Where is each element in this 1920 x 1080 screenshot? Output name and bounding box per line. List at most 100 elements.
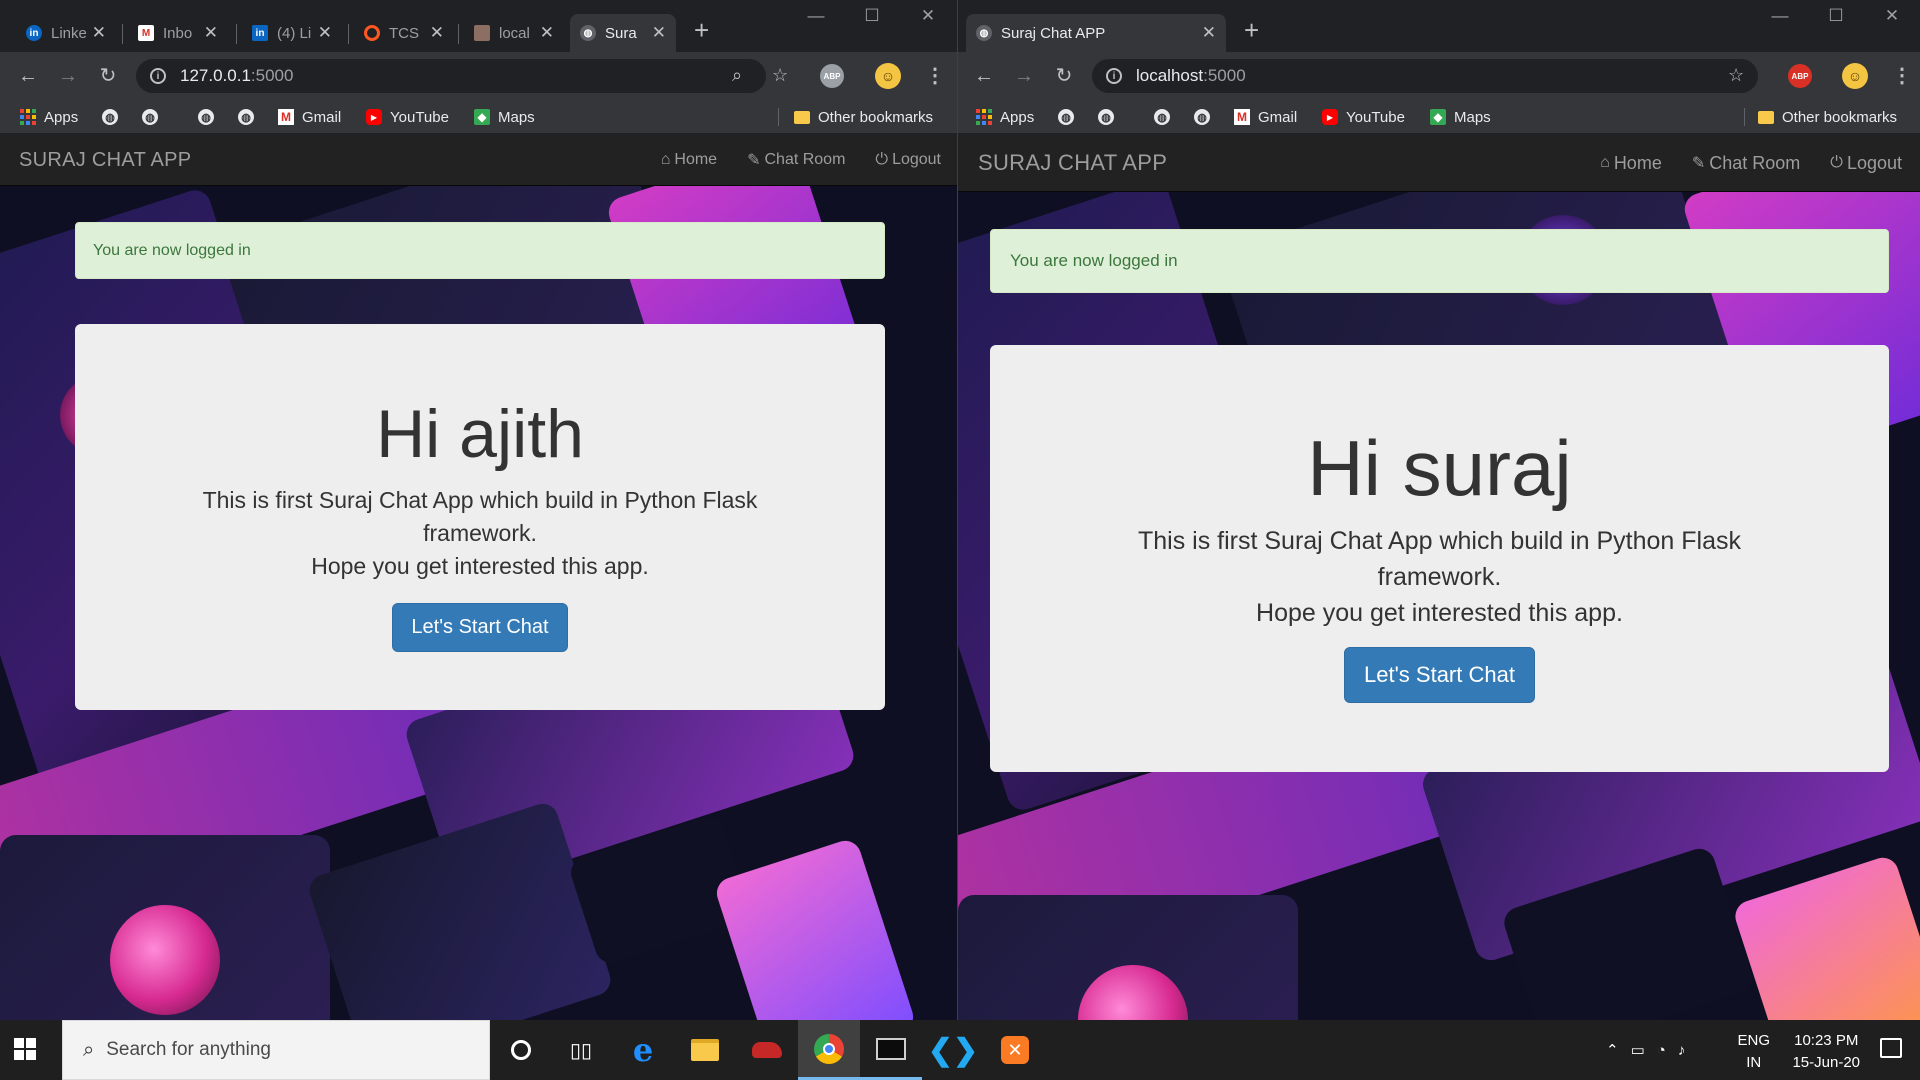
bookmark-star-icon[interactable]: ☆ [1728,65,1744,86]
zoom-icon[interactable]: ⌕ [732,65,742,86]
welcome-jumbotron: Hi suraj This is first Suraj Chat App wh… [990,345,1889,772]
nav-home[interactable]: ⌂ Home [1600,153,1662,174]
close-tab-icon[interactable]: ✕ [204,23,218,43]
task-view-icon[interactable]: ▯▯ [550,1020,612,1080]
nav-logout[interactable]: ⏻ Logout [875,151,941,169]
bookmark-maps[interactable]: ◆ Maps [474,100,535,134]
taskbar-clock[interactable]: 10:23 PM 15-Jun-20 [1792,1030,1860,1074]
menu-icon[interactable]: ⋮ [1892,63,1912,88]
tab-suraj-active[interactable]: ◍ Sura ✕ [570,14,676,52]
bookmark-globe-4[interactable]: ◍ [1194,100,1210,134]
minimize-icon[interactable]: — [796,6,836,26]
forward-icon[interactable]: → [1010,62,1038,90]
language-indicator[interactable]: ENG IN [1737,1030,1770,1074]
adblock-icon[interactable]: ABP [1788,64,1812,88]
adblock-icon[interactable]: ABP [820,64,844,88]
bookmark-star-icon[interactable]: ☆ [772,65,788,86]
profile-avatar[interactable]: ☺ [1842,63,1868,89]
bookmark-globe-2[interactable]: ◍ [142,100,158,134]
bookmark-youtube[interactable]: ▶ YouTube [1322,100,1405,134]
volume-icon[interactable]: ♪ [1678,1042,1686,1059]
notification-icon[interactable] [1880,1038,1902,1058]
bookmark-globe-4[interactable]: ◍ [238,100,254,134]
bookmark-globe-2[interactable]: ◍ [1098,100,1114,134]
bookmark-apps[interactable]: Apps [976,100,1034,134]
bookmark-apps[interactable]: Apps [20,100,78,134]
info-icon[interactable]: i [150,68,166,84]
info-icon[interactable]: i [1106,68,1122,84]
file-explorer-icon[interactable] [674,1020,736,1080]
home-icon: ⌂ [1600,154,1610,171]
bookmarks-divider [1744,108,1745,126]
reload-icon[interactable]: ↻ [94,62,122,90]
tab-linkedin[interactable]: in Linke ✕ [16,14,116,52]
forward-icon[interactable]: → [54,62,82,90]
globe-icon: ◍ [1098,109,1114,125]
menu-icon[interactable]: ⋮ [925,63,945,88]
chrome-icon[interactable] [798,1020,860,1080]
tab-title: Suraj Chat APP [1001,24,1106,42]
bookmark-other[interactable]: Other bookmarks [794,100,933,134]
nav-label: Chat Room [1709,152,1801,173]
nav-chat-room[interactable]: ✎ Chat Room [1692,153,1800,174]
minimize-icon[interactable]: — [1760,6,1800,26]
bookmark-gmail[interactable]: M Gmail [1234,100,1297,134]
bookmark-label: YouTube [1346,108,1405,126]
vscode-icon[interactable]: ❮❯ [922,1020,984,1080]
game-app-icon[interactable] [736,1020,798,1080]
wifi-icon[interactable]: ◔ [1657,1042,1666,1059]
nav-chat-room[interactable]: ✎ Chat Room [747,150,845,170]
bookmark-globe-1[interactable]: ◍ [102,100,118,134]
maximize-icon[interactable]: ☐ [852,6,892,26]
close-window-icon[interactable]: ✕ [908,6,948,26]
back-icon[interactable]: ← [14,62,42,90]
nav-logout[interactable]: ⏻ Logout [1830,153,1902,174]
profile-avatar[interactable]: ☺ [875,63,901,89]
close-tab-icon[interactable]: ✕ [318,23,332,43]
bookmark-globe-1[interactable]: ◍ [1058,100,1074,134]
new-tab-icon[interactable]: + [1244,17,1259,43]
tab-strip: ◍ Suraj Chat APP ✕ + — ☐ ✕ [958,0,1920,52]
tab-linkedin-2[interactable]: in (4) Li ✕ [242,14,342,52]
bookmark-other[interactable]: Other bookmarks [1758,100,1897,134]
bookmarks-bar: Apps ◍ ◍ ◍ ◍ M Gmail ▶ YouTube ◆ Maps Ot… [958,100,1920,134]
edge-icon[interactable]: e [612,1020,674,1080]
app-brand[interactable]: SURAJ CHAT APP [19,149,191,172]
nav-home[interactable]: ⌂ Home [661,151,717,169]
start-chat-button[interactable]: Let's Start Chat [392,603,568,652]
battery-icon[interactable]: ▭ [1631,1041,1645,1059]
app-brand[interactable]: SURAJ CHAT APP [978,150,1167,176]
terminal-icon[interactable] [860,1020,922,1080]
bookmark-label: Apps [44,108,79,126]
back-icon[interactable]: ← [970,62,998,90]
reload-icon[interactable]: ↻ [1050,62,1078,90]
start-chat-button[interactable]: Let's Start Chat [1344,647,1535,703]
windows-start-icon[interactable] [14,1038,36,1060]
close-window-icon[interactable]: ✕ [1872,6,1912,26]
address-bar[interactable]: i localhost:5000 ☆ [1092,59,1758,93]
bookmark-youtube[interactable]: ▶ YouTube [366,100,449,134]
taskbar-search-box[interactable]: ⌕ Search for anything [62,1020,490,1080]
maximize-icon[interactable]: ☐ [1816,6,1856,26]
bookmark-label: Apps [1000,108,1035,126]
bookmark-globe-3[interactable]: ◍ [1154,100,1170,134]
tab-gmail[interactable]: M Inbo ✕ [128,14,228,52]
tab-suraj-chat-app[interactable]: ◍ Suraj Chat APP ✕ [966,14,1226,52]
bookmark-globe-3[interactable]: ◍ [198,100,214,134]
close-tab-icon[interactable]: ✕ [430,23,444,43]
xampp-icon[interactable]: ✕ [984,1020,1046,1080]
tab-tcs[interactable]: TCS ✕ [354,14,454,52]
app-navbar: SURAJ CHAT APP ⌂ Home ✎ Chat Room ⏻ Logout [0,135,957,186]
tray-overflow-icon[interactable]: ⌃ [1606,1041,1619,1059]
close-tab-icon[interactable]: ✕ [92,23,106,43]
close-tab-icon[interactable]: ✕ [652,23,666,43]
bookmark-maps[interactable]: ◆ Maps [1430,100,1491,134]
cortana-icon[interactable] [490,1020,552,1080]
close-tab-icon[interactable]: ✕ [540,23,554,43]
bookmark-gmail[interactable]: M Gmail [278,100,341,134]
tab-local[interactable]: local ✕ [464,14,564,52]
tab-title: Sura [605,24,637,42]
address-bar[interactable]: i 127.0.0.1:5000 ⌕ [136,59,766,93]
new-tab-icon[interactable]: + [694,17,709,43]
close-tab-icon[interactable]: ✕ [1202,23,1216,43]
